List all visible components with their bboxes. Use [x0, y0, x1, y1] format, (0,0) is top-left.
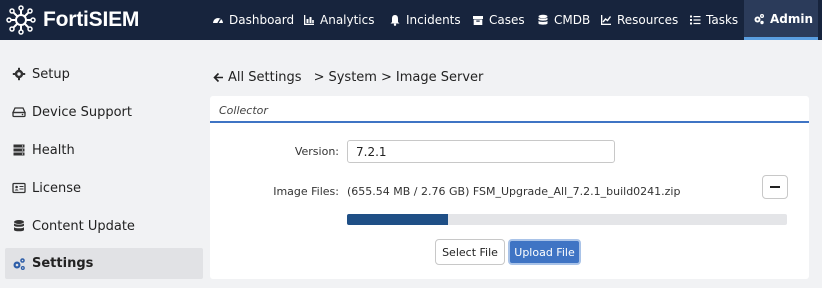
back-link-label: All Settings [228, 69, 302, 85]
select-file-button[interactable]: Select File [435, 239, 505, 265]
nav-cmdb-label: CMDB [554, 13, 591, 27]
breadcrumb-current-page: Image Server [395, 69, 484, 85]
nav-incidents[interactable]: Incidents [389, 0, 461, 40]
upload-progress-fill [347, 214, 449, 225]
minus-icon [770, 186, 780, 188]
image-files-label: Image Files: [273, 185, 339, 198]
sidebar-item-label: Content Update [32, 218, 135, 234]
sidebar-item-setup[interactable]: Setup [5, 58, 203, 90]
upload-progress-bar [347, 214, 787, 225]
resources-icon [601, 15, 612, 25]
nav-resources-label: Resources [617, 13, 679, 27]
server-icon [13, 144, 25, 156]
nav-analytics[interactable]: Analytics [303, 0, 375, 40]
sidebar-item-license[interactable]: License [5, 172, 203, 204]
nav-dashboard[interactable]: Dashboard [212, 0, 294, 40]
nav-tasks-label: Tasks [706, 13, 739, 27]
panel-title: Collector [219, 104, 268, 117]
cases-icon [473, 16, 483, 25]
nav-cases-label: Cases [489, 13, 525, 27]
sidebar-item-label: Settings [32, 256, 94, 271]
image-file-info: (655.54 MB / 2.76 GB) FSM_Upgrade_All_7.… [347, 185, 681, 198]
sidebar-item-health[interactable]: Health [5, 134, 203, 166]
version-input[interactable] [347, 140, 615, 163]
version-label: Version: [294, 145, 339, 158]
cogs-icon [754, 13, 764, 24]
id-card-icon [12, 182, 26, 194]
sidebar-item-content-update[interactable]: Content Update [5, 210, 203, 242]
bell-icon [390, 15, 400, 26]
nav-resources[interactable]: Resources [600, 0, 678, 40]
collector-panel: Collector Version: Image Files: (655.54 … [210, 96, 809, 279]
sidebar-item-settings[interactable]: Settings [5, 248, 203, 279]
nav-incidents-label: Incidents [406, 13, 461, 27]
nav-cases[interactable]: Cases [472, 0, 525, 40]
sidebar-item-label: Setup [32, 66, 70, 82]
breadcrumb-separator: > [380, 69, 392, 85]
dashboard-icon [213, 18, 223, 24]
nav-admin-label: Admin [770, 11, 814, 26]
arrow-left-icon [213, 72, 223, 82]
nav-dashboard-label: Dashboard [229, 13, 295, 27]
database-icon [14, 220, 24, 232]
brand-name: FortiSIEM [43, 8, 140, 31]
panel-header: Collector [210, 96, 809, 123]
upload-file-button[interactable]: Upload File [508, 239, 581, 265]
gear-icon [12, 67, 26, 81]
tasks-icon [690, 15, 701, 25]
cogs-icon [13, 257, 25, 270]
breadcrumb: All Settings > System > Image Server [213, 68, 483, 86]
nav-cmdb[interactable]: CMDB [537, 0, 590, 40]
sidebar-item-device-support[interactable]: Device Support [5, 96, 203, 128]
sidebar-item-label: Device Support [32, 104, 132, 120]
back-to-all-settings-link[interactable]: All Settings [213, 70, 302, 85]
bar-chart-icon [304, 15, 314, 25]
nav-tasks[interactable]: Tasks [689, 0, 738, 40]
brand-logo[interactable]: FortiSIEM [6, 4, 139, 36]
remove-file-button[interactable] [762, 175, 788, 199]
breadcrumb-separator: > [313, 69, 325, 85]
sidebar-item-label: License [32, 180, 82, 196]
database-icon [538, 14, 548, 25]
nav-admin[interactable]: Admin [744, 0, 818, 40]
nav-analytics-label: Analytics [320, 13, 375, 27]
hdd-icon [12, 107, 26, 118]
top-nav-bar: FortiSIEM Dashboard Analytics Incidents … [0, 0, 822, 40]
fortisiem-logo-icon [6, 5, 36, 35]
sidebar-item-label: Health [32, 142, 75, 158]
breadcrumb-section: System [328, 69, 377, 85]
